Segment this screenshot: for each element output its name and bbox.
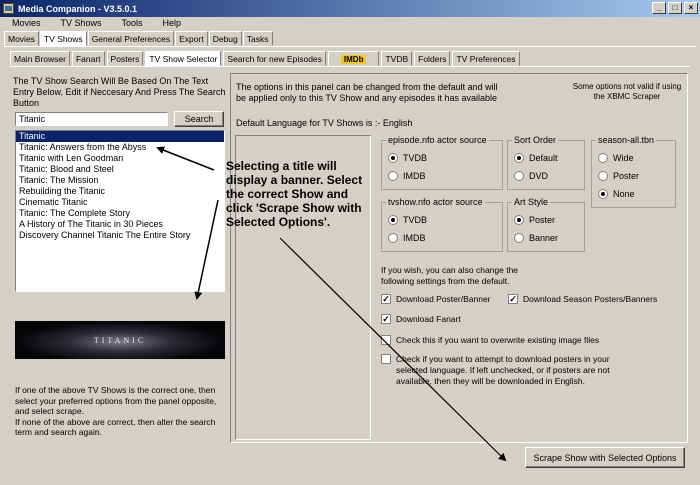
group-legend: season-all.tbn	[596, 135, 657, 145]
list-item[interactable]: Discovery Channel Titanic The Entire Sto…	[16, 230, 224, 241]
radio-season-poster[interactable]: Poster	[598, 171, 639, 181]
subtab-posters[interactable]: Posters	[106, 51, 144, 66]
search-button[interactable]: Search	[174, 111, 224, 127]
subtab-main-browser[interactable]: Main Browser	[10, 51, 70, 66]
group-legend: tvshow.nfo actor source	[386, 197, 485, 207]
menu-tv-shows[interactable]: TV Shows	[49, 17, 110, 31]
tab-movies[interactable]: Movies	[4, 31, 39, 46]
tab-debug[interactable]: Debug	[208, 31, 242, 46]
art-style-group: Art Style Poster Banner	[507, 197, 585, 252]
radio-dot[interactable]	[598, 171, 608, 181]
sub-tab-line	[10, 66, 690, 67]
radio-art-poster[interactable]: Poster	[514, 215, 555, 225]
menu-tools[interactable]: Tools	[110, 17, 151, 31]
tab-general-preferences[interactable]: General Preferences	[87, 31, 175, 46]
menu-help[interactable]: Help	[151, 17, 190, 31]
radio-season-none[interactable]: None	[598, 189, 635, 199]
checkbox[interactable]	[381, 354, 391, 364]
help-text: If one of the above TV Shows is the corr…	[15, 385, 217, 437]
list-item[interactable]: Titanic: The Mission	[16, 175, 224, 186]
subtab-search-new-episodes[interactable]: Search for new Episodes	[223, 51, 326, 66]
minimize-button[interactable]: _	[652, 2, 666, 14]
radio-dot[interactable]	[388, 171, 398, 181]
window-title: Media Companion - V3.5.0.1	[18, 3, 138, 14]
subtab-tv-preferences[interactable]: TV Preferences	[452, 51, 520, 66]
tab-tasks[interactable]: Tasks	[242, 31, 273, 46]
check-download-season[interactable]: ✓ Download Season Posters/Banners	[508, 294, 657, 304]
radio-art-banner[interactable]: Banner	[514, 233, 558, 243]
radio-episode-tvdb[interactable]: TVDB	[388, 153, 427, 163]
season-all-group: season-all.tbn Wide Poster None	[591, 135, 676, 208]
check-overwrite-images[interactable]: Check this if you want to overwrite exis…	[381, 335, 599, 345]
radio-sort-default[interactable]: Default	[514, 153, 558, 163]
radio-dot[interactable]	[388, 233, 398, 243]
radio-dot[interactable]	[598, 189, 608, 199]
subtab-fanart[interactable]: Fanart	[71, 51, 105, 66]
title-bar: Media Companion - V3.5.0.1 _ □ ×	[0, 0, 700, 17]
subtab-tv-show-selector[interactable]: TV Show Selector	[145, 51, 222, 66]
radio-season-wide[interactable]: Wide	[598, 153, 634, 163]
sort-order-group: Sort Order Default DVD	[507, 135, 585, 190]
list-item[interactable]: Titanic: Answers from the Abyss	[16, 142, 224, 153]
menu-bar: Movies TV Shows Tools Help	[0, 17, 700, 31]
search-instructions: The TV Show Search Will Be Based On The …	[13, 76, 226, 108]
list-item[interactable]: Titanic: The Complete Story	[16, 208, 224, 219]
list-item[interactable]: A History of The Titanic in 30 Pieces	[16, 219, 224, 230]
radio-dot[interactable]	[598, 153, 608, 163]
tab-export[interactable]: Export	[175, 31, 208, 46]
close-button[interactable]: ×	[684, 2, 698, 14]
tutorial-annotation: Selecting a title will display a banner.…	[226, 159, 363, 229]
group-legend: Art Style	[512, 197, 551, 207]
group-legend: episode.nfo actor source	[386, 135, 489, 145]
radio-dot[interactable]	[514, 153, 524, 163]
subtab-imdb[interactable]: IMDb	[327, 51, 380, 66]
default-language-label: Default Language for TV Shows is :- Engl…	[236, 118, 413, 128]
checkbox[interactable]: ✓	[508, 294, 518, 304]
radio-dot[interactable]	[388, 215, 398, 225]
list-item[interactable]: Rebuilding the Titanic	[16, 186, 224, 197]
options-note: The options in this panel can be changed…	[236, 82, 498, 103]
results-list[interactable]: Titanic Titanic: Answers from the Abyss …	[15, 130, 225, 292]
imdb-logo: IMDb	[340, 55, 367, 64]
radio-tvshow-imdb[interactable]: IMDB	[388, 233, 426, 243]
check-language-posters[interactable]: Check if you want to attempt to download…	[381, 354, 621, 387]
checkbox[interactable]: ✓	[381, 314, 391, 324]
radio-episode-imdb[interactable]: IMDB	[388, 171, 426, 181]
group-legend: Sort Order	[512, 135, 559, 145]
radio-tvshow-tvdb[interactable]: TVDB	[388, 215, 427, 225]
show-banner-image: TITANIC	[15, 321, 225, 359]
subtab-tvdb[interactable]: TVDB	[381, 51, 413, 66]
menu-movies[interactable]: Movies	[0, 17, 49, 31]
check-download-poster[interactable]: ✓ Download Poster/Banner	[381, 294, 491, 304]
search-input[interactable]	[15, 112, 168, 126]
check-download-fanart[interactable]: ✓ Download Fanart	[381, 314, 461, 324]
maximize-button[interactable]: □	[668, 2, 682, 14]
banner-text: TITANIC	[93, 335, 147, 345]
app-icon	[3, 3, 14, 14]
checkbox[interactable]	[381, 335, 391, 345]
main-tab-strip: Movies TV Shows General Preferences Expo…	[4, 31, 273, 46]
checkbox[interactable]: ✓	[381, 294, 391, 304]
radio-dot[interactable]	[514, 215, 524, 225]
radio-sort-dvd[interactable]: DVD	[514, 171, 548, 181]
sub-tab-strip: Main Browser Fanart Posters TV Show Sele…	[10, 51, 520, 66]
xbmc-note: Some options not valid if using the XBMC…	[572, 82, 682, 101]
list-item[interactable]: Titanic with Len Goodman	[16, 153, 224, 164]
episode-actor-source-group: episode.nfo actor source TVDB IMDB	[381, 135, 503, 190]
tvshow-actor-source-group: tvshow.nfo actor source TVDB IMDB	[381, 197, 503, 252]
list-item[interactable]: Cinematic Titanic	[16, 197, 224, 208]
main-tab-line	[4, 46, 696, 47]
list-item[interactable]: Titanic: Blood and Steel	[16, 164, 224, 175]
list-item[interactable]: Titanic	[16, 131, 224, 142]
subtab-folders[interactable]: Folders	[414, 51, 451, 66]
settings-note: If you wish, you can also change the fol…	[381, 265, 519, 286]
radio-dot[interactable]	[388, 153, 398, 163]
scrape-show-button[interactable]: Scrape Show with Selected Options	[525, 447, 685, 468]
tab-tv-shows[interactable]: TV Shows	[39, 31, 87, 46]
radio-dot[interactable]	[514, 171, 524, 181]
radio-dot[interactable]	[514, 233, 524, 243]
